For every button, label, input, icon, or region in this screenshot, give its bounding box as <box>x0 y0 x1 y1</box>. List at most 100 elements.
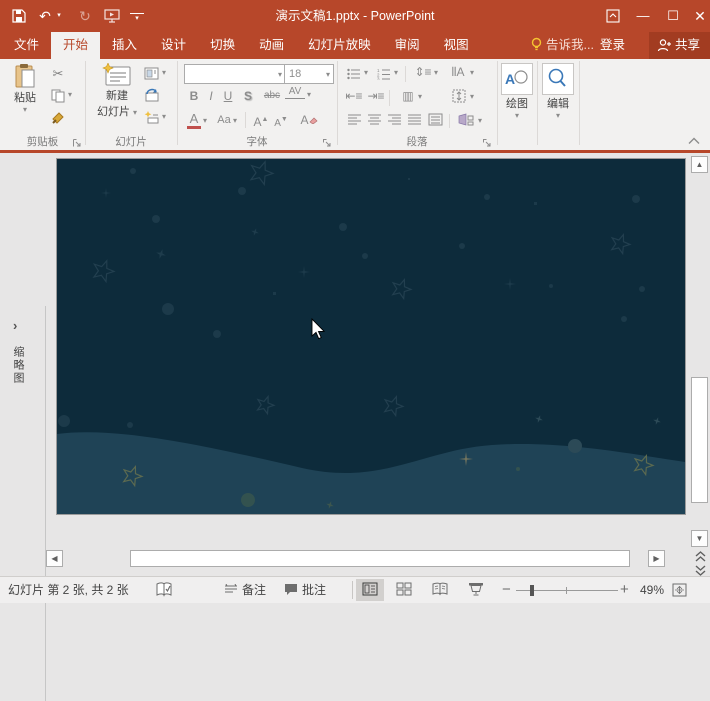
line-spacing-button[interactable]: ⇕≡ <box>413 63 433 81</box>
scroll-up-button[interactable]: ▲ <box>691 156 708 173</box>
next-slide-button[interactable] <box>692 565 708 576</box>
collapse-ribbon-button[interactable] <box>688 137 700 145</box>
spell-check-button[interactable] <box>156 582 172 608</box>
align-center-button[interactable] <box>365 111 383 128</box>
horizontal-scrollbar-thumb[interactable] <box>130 550 630 567</box>
tab-home[interactable]: 开始 <box>51 32 100 59</box>
ribbon-display-options-button[interactable] <box>598 0 628 32</box>
text-shadow-button[interactable]: S <box>241 87 255 105</box>
tab-design[interactable]: 设计 <box>149 32 198 59</box>
bullets-dropdown-arrow[interactable]: ▾ <box>364 68 368 77</box>
scroll-left-button[interactable]: ◀ <box>46 550 63 567</box>
drawing-button[interactable]: A 绘图 ▾ <box>500 63 534 120</box>
layout-dropdown-arrow[interactable]: ▾ <box>162 68 166 77</box>
new-slide-button[interactable]: 新建 幻灯片 ▾ <box>95 63 139 119</box>
font-dialog-launcher[interactable] <box>323 139 331 147</box>
font-group: ▾ 18▾ B I U S abc AV ▾ A ▾ Aa ▾ A▲ A▼ A … <box>177 59 337 150</box>
columns-dropdown-arrow[interactable]: ▾ <box>418 92 422 101</box>
character-spacing-dropdown-arrow[interactable]: ▾ <box>307 90 311 99</box>
align-right-button[interactable] <box>385 111 403 128</box>
slide-sorter-view-button[interactable] <box>390 579 418 601</box>
vertical-scrollbar-thumb[interactable] <box>691 377 708 503</box>
numbering-button[interactable]: 123 <box>375 65 393 83</box>
drawing-group: A 绘图 ▾ 绘图 <box>497 59 537 150</box>
group-separator <box>579 61 580 145</box>
text-direction-dropdown-arrow[interactable]: ▾ <box>470 68 474 77</box>
tab-slideshow[interactable]: 幻灯片放映 <box>296 32 383 59</box>
convert-smartart-button[interactable] <box>455 111 477 128</box>
section-button[interactable] <box>141 109 161 125</box>
tab-view[interactable]: 视图 <box>432 32 481 59</box>
editing-button[interactable]: 编辑 ▾ <box>541 63 575 120</box>
change-case-button[interactable]: Aa <box>215 111 233 129</box>
previous-slide-button[interactable] <box>692 551 708 562</box>
font-color-dropdown-arrow[interactable]: ▾ <box>203 116 207 125</box>
share-button[interactable]: 共享 <box>649 32 710 59</box>
font-size-combo[interactable]: 18▾ <box>284 64 334 84</box>
line-spacing-dropdown-arrow[interactable]: ▾ <box>434 68 438 77</box>
scroll-down-button[interactable]: ▼ <box>691 530 708 547</box>
cut-button[interactable]: ✂ <box>48 65 68 83</box>
align-text-button[interactable] <box>449 87 469 105</box>
ribbon: 粘贴 ▾ ✂ ▾ 剪贴板 新建 幻灯片 ▾ ▾ ▾ <box>0 59 710 150</box>
sign-in-button[interactable]: 登录 <box>600 32 625 59</box>
bullets-button[interactable] <box>345 65 363 83</box>
change-case-dropdown-arrow[interactable]: ▾ <box>233 116 237 125</box>
paragraph-group-label: 段落 <box>337 134 497 149</box>
increase-indent-button[interactable]: ⇥≡ <box>367 87 385 105</box>
format-painter-button[interactable] <box>48 109 68 127</box>
font-color-button[interactable]: A <box>187 111 201 129</box>
reset-button[interactable] <box>141 87 161 103</box>
minimize-button[interactable]: — <box>628 0 658 32</box>
copy-dropdown-arrow[interactable]: ▾ <box>68 90 72 99</box>
columns-button[interactable]: ▥ <box>399 87 417 105</box>
strikethrough-button[interactable]: abc <box>261 87 283 105</box>
section-dropdown-arrow[interactable]: ▾ <box>162 112 166 121</box>
clipboard-dialog-launcher[interactable] <box>73 139 81 147</box>
clear-formatting-button[interactable]: A <box>299 111 319 129</box>
align-text-dropdown-arrow[interactable]: ▾ <box>470 92 474 101</box>
tab-file[interactable]: 文件 <box>2 32 51 59</box>
italic-button[interactable]: I <box>205 87 217 105</box>
paste-button[interactable]: 粘贴 ▾ <box>8 63 42 114</box>
normal-view-button[interactable] <box>356 579 384 601</box>
underline-button[interactable]: U <box>221 87 235 105</box>
tab-transitions[interactable]: 切换 <box>198 32 247 59</box>
scroll-right-button[interactable]: ▶ <box>648 550 665 567</box>
bold-button[interactable]: B <box>187 87 201 105</box>
tab-insert[interactable]: 插入 <box>100 32 149 59</box>
justify-button[interactable] <box>405 111 423 128</box>
zoom-out-button[interactable]: − <box>502 577 511 603</box>
pane-divider[interactable] <box>45 306 46 701</box>
editing-label: 编辑 <box>541 95 575 111</box>
numbering-dropdown-arrow[interactable]: ▾ <box>394 68 398 77</box>
character-spacing-button[interactable]: AV <box>285 85 305 99</box>
fit-slide-to-window-button[interactable] <box>672 583 687 597</box>
slide-canvas[interactable] <box>56 158 686 515</box>
shrink-font-button[interactable]: A▼ <box>273 111 289 133</box>
tab-animations[interactable]: 动画 <box>247 32 296 59</box>
thumbnail-pane-collapsed[interactable]: › 缩略图 <box>0 306 45 701</box>
zoom-slider-thumb[interactable] <box>530 585 534 596</box>
maximize-button[interactable]: ☐ <box>658 0 688 32</box>
notes-button[interactable]: 备注 <box>224 577 266 603</box>
zoom-in-button[interactable]: + <box>620 577 629 603</box>
align-left-button[interactable] <box>345 111 363 128</box>
font-name-combo[interactable]: ▾ <box>184 64 286 84</box>
reading-view-button[interactable] <box>426 579 454 601</box>
text-direction-button[interactable]: ⫴A <box>447 63 469 81</box>
close-button[interactable]: ✕ <box>685 0 710 32</box>
distribute-button[interactable] <box>425 111 445 128</box>
copy-button[interactable] <box>48 87 68 105</box>
slideshow-view-button[interactable] <box>462 579 490 601</box>
tab-review[interactable]: 审阅 <box>383 32 432 59</box>
zoom-level[interactable]: 49% <box>640 577 664 603</box>
paragraph-dialog-launcher[interactable] <box>483 139 491 147</box>
decrease-indent-button[interactable]: ⇤≡ <box>345 87 363 105</box>
expand-thumbnails-chevron-icon[interactable]: › <box>13 318 17 333</box>
convert-smartart-dropdown-arrow[interactable]: ▾ <box>478 116 482 125</box>
tell-me-box[interactable]: 告诉我... <box>530 32 594 59</box>
comments-button[interactable]: 批注 <box>284 577 326 603</box>
layout-button[interactable] <box>141 65 161 82</box>
grow-font-button[interactable]: A▲ <box>253 111 269 131</box>
